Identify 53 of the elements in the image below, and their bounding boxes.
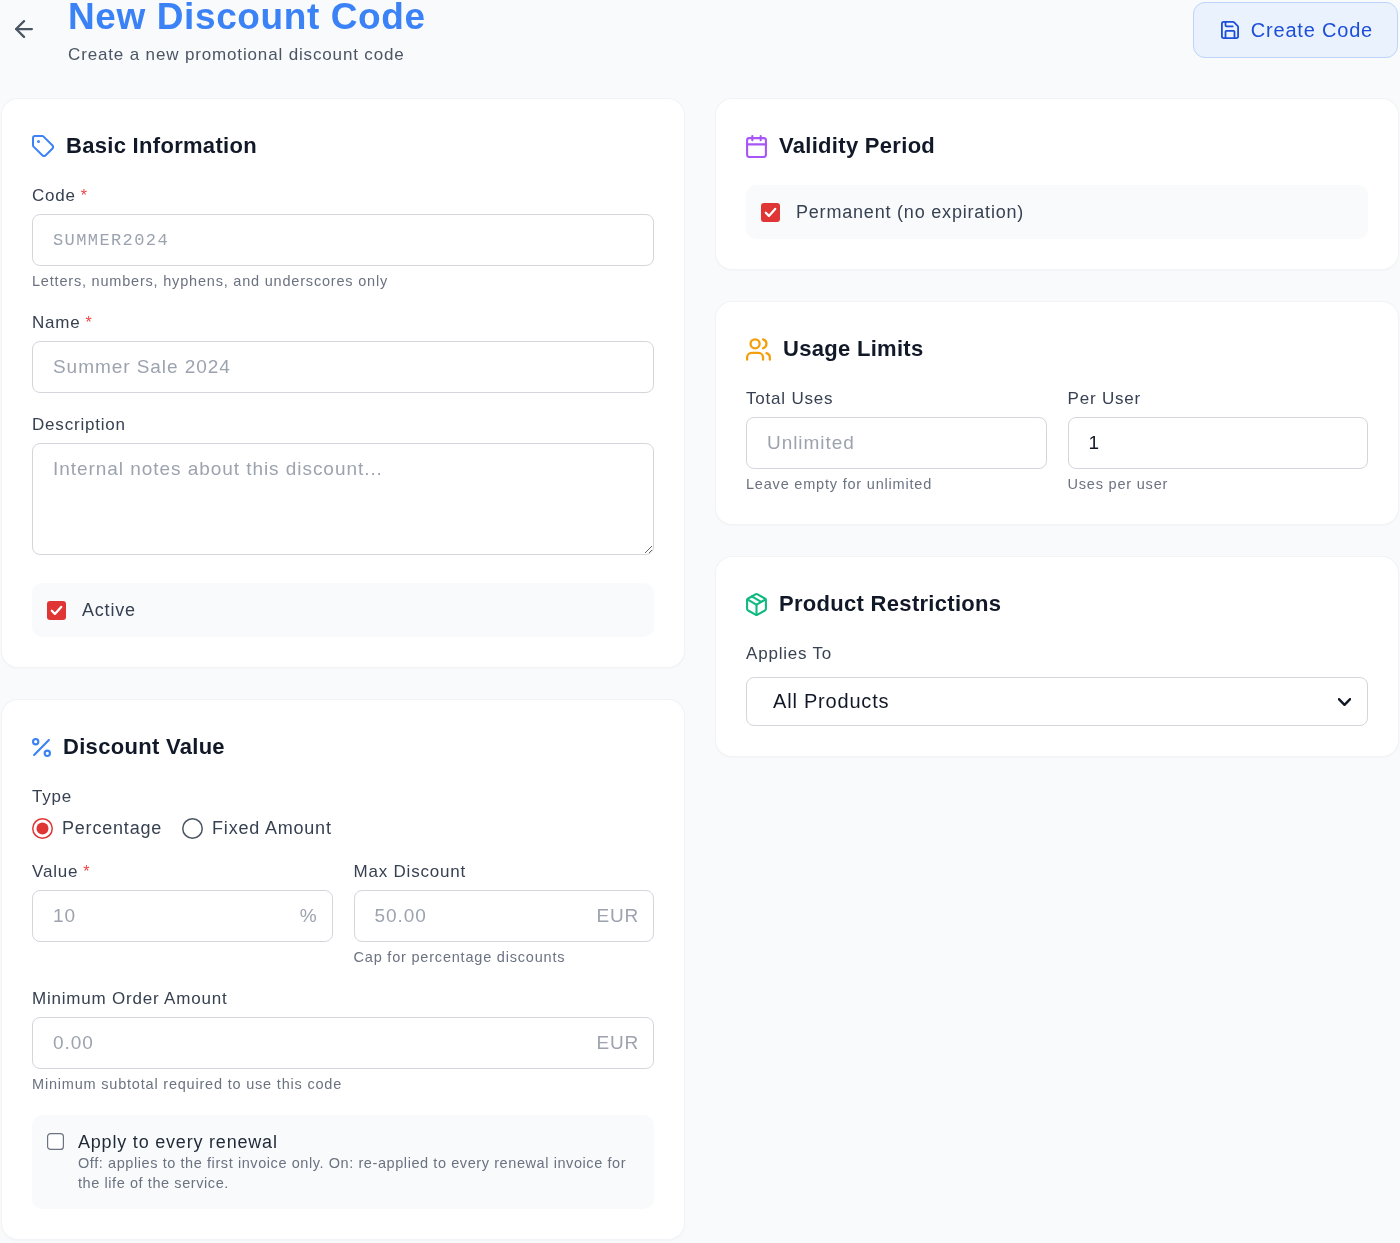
field-label: Total Uses [746,388,834,410]
required-mark: * [80,186,88,206]
checkbox-label: Permanent (no expiration) [796,201,1025,223]
input-field[interactable]: Unlimited [746,417,1047,469]
page-title: New Discount Code [68,0,426,37]
field-label: Applies To [746,643,833,665]
checkbox[interactable] [47,1133,64,1150]
help-text: Cap for percentage discounts [353,948,567,967]
field-label: Value [32,861,79,883]
select-field[interactable]: All Products [746,677,1368,726]
field-label: Per User [1067,388,1141,410]
checkbox-label: Active [82,599,136,621]
checkbox-label: Apply to every renewal [78,1131,279,1153]
input-field[interactable]: 1 [1067,417,1368,469]
section-title: Basic Information [66,132,257,160]
input-field[interactable]: Summer Sale 2024 [32,341,654,393]
page-subtitle: Create a new promotional discount code [68,44,406,66]
section-title: Discount Value [63,733,225,761]
help-text: Leave empty for unlimited [746,475,934,494]
input-field[interactable]: SUMMER2024 [32,214,654,266]
checkbox[interactable] [761,202,780,222]
percent-icon [32,737,51,757]
checkbox[interactable] [47,600,66,620]
field-label: Code [32,185,76,207]
tag-icon [32,135,54,157]
users-icon [746,337,771,361]
help-text: Letters, numbers, hyphens, and underscores only [32,272,389,291]
field-label: Description [32,414,126,436]
textarea-field[interactable]: Internal notes about this discount... [32,443,654,555]
field-label: Max Discount [353,861,467,883]
help-text: Minimum subtotal required to use this code [32,1075,344,1094]
field-label: Minimum Order Amount [32,988,228,1010]
chevron-down-icon [1338,697,1351,706]
required-mark: * [85,313,93,333]
section-title: Product Restrictions [779,590,1002,618]
unit-label: EUR [596,905,639,927]
unit-label: EUR [596,1032,639,1054]
field-label: Name [32,312,81,334]
radio-button[interactable] [32,817,53,839]
field-label: Type [32,786,73,808]
radio-label: Fixed Amount [212,817,332,839]
box-icon [746,592,767,616]
checkbox-description: Off: applies to the first invoice only. On: re-applied to every renewal invoice for the life of the service. [78,1154,628,1193]
required-mark: * [83,862,91,882]
radio-button[interactable] [182,817,204,839]
back-button[interactable] [15,20,33,38]
create-code-button[interactable]: Create Code [1192,2,1398,58]
section-title: Usage Limits [783,335,924,363]
radio-label: Percentage [62,817,163,839]
help-text: Uses per user [1067,475,1170,494]
unit-label: % [299,905,318,927]
calendar-icon [746,134,767,158]
section-title: Validity Period [779,132,936,160]
